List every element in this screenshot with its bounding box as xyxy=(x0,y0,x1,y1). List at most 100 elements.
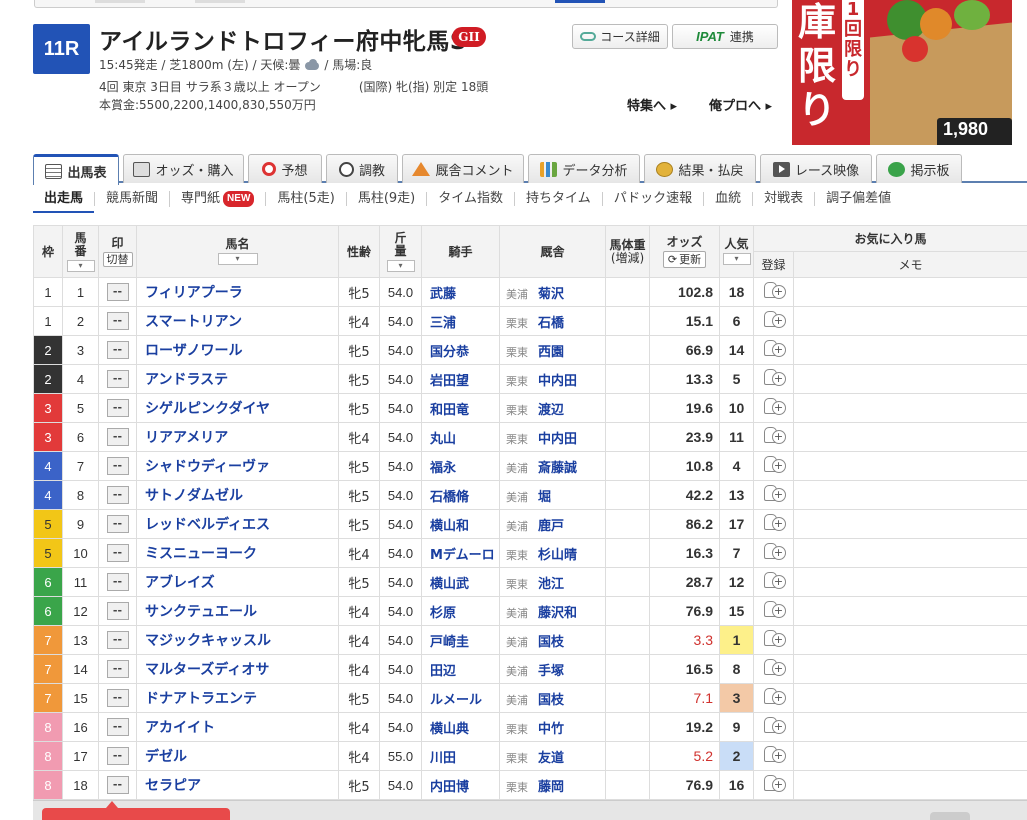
tab-results[interactable]: 結果・払戻 xyxy=(644,154,756,183)
col-ninki[interactable]: 人気 ▾ xyxy=(719,225,754,278)
horse-name[interactable]: セラピア xyxy=(136,770,339,800)
subnav-newspaper[interactable]: 競馬新聞 xyxy=(94,192,169,206)
mark-select[interactable]: -- xyxy=(106,573,129,591)
mark-select[interactable]: -- xyxy=(106,747,129,765)
subnav-matchup[interactable]: 対戦表 xyxy=(752,192,814,206)
tab-odds[interactable]: オッズ・購入 xyxy=(123,154,244,183)
trainer-name[interactable]: 藤岡 xyxy=(538,780,564,795)
trainer-name[interactable]: 中内田 xyxy=(538,432,577,447)
horse-name[interactable]: リアアメリア xyxy=(136,422,339,452)
jockey-name[interactable]: 田辺 xyxy=(421,654,500,684)
add-favorite-icon[interactable] xyxy=(763,571,786,589)
mark-select[interactable]: -- xyxy=(106,428,129,446)
memo-cell[interactable] xyxy=(792,654,1027,684)
bottom-right-tab[interactable] xyxy=(930,812,970,820)
jockey-name[interactable]: 三浦 xyxy=(421,306,500,336)
jockey-name[interactable]: 岩田望 xyxy=(421,364,500,394)
add-favorite-icon[interactable] xyxy=(763,455,786,473)
memo-cell[interactable] xyxy=(792,596,1027,626)
jockey-name[interactable]: 武藤 xyxy=(421,277,500,307)
subnav-specialist[interactable]: 専門紙 NEW xyxy=(169,191,265,207)
jockey-name[interactable]: 横山武 xyxy=(421,567,500,597)
horse-name[interactable]: マジックキャッスル xyxy=(136,625,339,655)
jockey-name[interactable]: 福永 xyxy=(421,451,500,481)
memo-cell[interactable] xyxy=(792,625,1027,655)
tab-training[interactable]: 調教 xyxy=(326,154,398,183)
memo-cell[interactable] xyxy=(792,364,1027,394)
subnav-condition[interactable]: 調子偏差値 xyxy=(814,192,902,206)
add-favorite-icon[interactable] xyxy=(763,658,786,676)
add-favorite-icon[interactable] xyxy=(763,368,786,386)
memo-cell[interactable] xyxy=(792,770,1027,800)
subnav-time-index[interactable]: タイム指数 xyxy=(426,192,514,206)
trainer-name[interactable]: 渡辺 xyxy=(538,403,564,418)
trainer-name[interactable]: 西園 xyxy=(538,345,564,360)
memo-cell[interactable] xyxy=(792,306,1027,336)
trainer-name[interactable]: 国枝 xyxy=(538,635,564,650)
mark-select[interactable]: -- xyxy=(106,312,129,330)
ipat-link-button[interactable]: IPAT 連携 xyxy=(672,24,778,49)
pro-link[interactable]: 俺プロへ ▸ xyxy=(709,95,772,114)
memo-cell[interactable] xyxy=(792,567,1027,597)
tab-bbs[interactable]: 掲示板 xyxy=(876,154,962,183)
bottom-banner[interactable] xyxy=(42,808,230,820)
memo-cell[interactable] xyxy=(792,451,1027,481)
col-umaban[interactable]: 馬番 ▾ xyxy=(62,225,99,278)
mark-select[interactable]: -- xyxy=(106,515,129,533)
sort-icon[interactable]: ▾ xyxy=(386,259,415,272)
trainer-name[interactable]: 中内田 xyxy=(538,374,577,389)
horse-name[interactable]: フィリアプーラ xyxy=(136,277,339,307)
trainer-name[interactable]: 国枝 xyxy=(538,693,564,708)
add-favorite-icon[interactable] xyxy=(763,687,786,705)
memo-cell[interactable] xyxy=(792,335,1027,365)
add-favorite-icon[interactable] xyxy=(763,629,786,647)
trainer-name[interactable]: 藤沢和 xyxy=(538,606,577,621)
subnav-starters[interactable]: 出走馬 xyxy=(33,185,95,213)
trainer-name[interactable]: 杉山晴 xyxy=(538,548,577,563)
memo-cell[interactable] xyxy=(792,422,1027,452)
mark-select[interactable]: -- xyxy=(106,631,129,649)
trainer-name[interactable]: 斎藤誠 xyxy=(538,461,577,476)
horse-name[interactable]: デゼル xyxy=(136,741,339,771)
mark-select[interactable]: -- xyxy=(106,399,129,417)
add-favorite-icon[interactable] xyxy=(763,310,786,328)
jockey-name[interactable]: ルメール xyxy=(421,683,500,713)
horse-name[interactable]: ミスニューヨーク xyxy=(136,538,339,568)
trainer-name[interactable]: 中竹 xyxy=(538,722,564,737)
add-favorite-icon[interactable] xyxy=(763,513,786,531)
horse-name[interactable]: ドナアトラエンテ xyxy=(136,683,339,713)
trainer-name[interactable]: 友道 xyxy=(538,751,564,766)
mark-select[interactable]: -- xyxy=(106,283,129,301)
subnav-pedigree[interactable]: 血統 xyxy=(703,192,752,206)
add-favorite-icon[interactable] xyxy=(763,745,786,763)
jockey-name[interactable]: 和田竜 xyxy=(421,393,500,423)
horse-name[interactable]: ローザノワール xyxy=(136,335,339,365)
add-favorite-icon[interactable] xyxy=(763,484,786,502)
horse-name[interactable]: サンクテュエール xyxy=(136,596,339,626)
feature-link[interactable]: 特集へ ▸ xyxy=(627,95,677,114)
add-favorite-icon[interactable] xyxy=(763,600,786,618)
sort-icon[interactable]: ▾ xyxy=(722,253,751,265)
jockey-name[interactable]: 内田博 xyxy=(421,770,500,800)
subnav-best-time[interactable]: 持ちタイム xyxy=(513,192,602,206)
tab-data-analysis[interactable]: データ分析 xyxy=(528,154,640,183)
memo-cell[interactable] xyxy=(792,393,1027,423)
horse-name[interactable]: シゲルピンクダイヤ xyxy=(136,393,339,423)
horse-name[interactable]: サトノダムゼル xyxy=(136,480,339,510)
mark-select[interactable]: -- xyxy=(106,341,129,359)
horse-name[interactable]: アカイイト xyxy=(136,712,339,742)
subnav-past9[interactable]: 馬柱(9走) xyxy=(345,192,426,206)
memo-cell[interactable] xyxy=(792,683,1027,713)
add-favorite-icon[interactable] xyxy=(763,281,786,299)
jockey-name[interactable]: 川田 xyxy=(421,741,500,771)
add-favorite-icon[interactable] xyxy=(763,397,786,415)
add-favorite-icon[interactable] xyxy=(763,716,786,734)
mark-select[interactable]: -- xyxy=(106,660,129,678)
jockey-name[interactable]: 戸崎圭 xyxy=(421,625,500,655)
jockey-name[interactable]: 横山典 xyxy=(421,712,500,742)
mark-toggle-button[interactable]: 切替 xyxy=(102,251,133,267)
horse-name[interactable]: アブレイズ xyxy=(136,567,339,597)
memo-cell[interactable] xyxy=(792,712,1027,742)
mark-select[interactable]: -- xyxy=(106,776,129,794)
trainer-name[interactable]: 手塚 xyxy=(538,664,564,679)
